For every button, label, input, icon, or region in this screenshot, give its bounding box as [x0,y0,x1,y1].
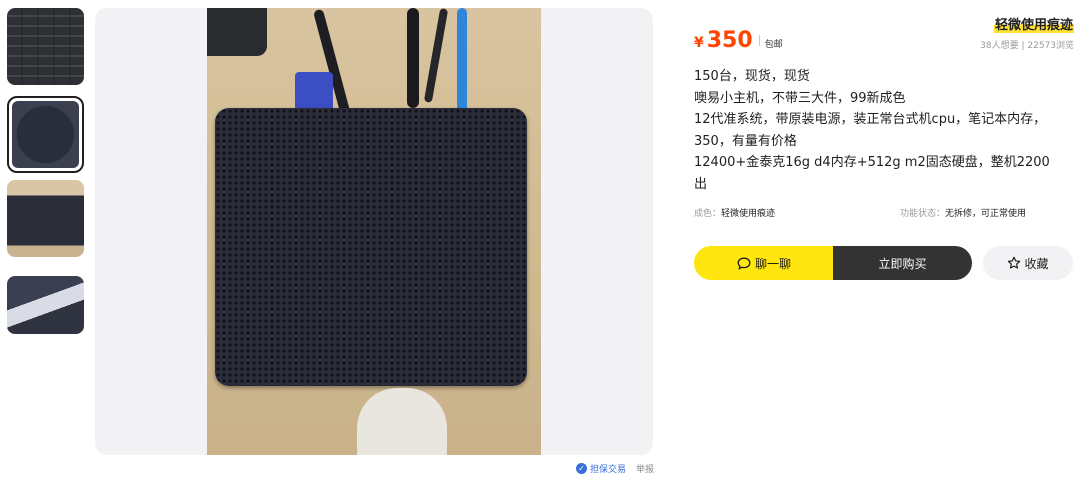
buy-button-label: 立即购买 [878,256,927,271]
attribute-function: 功能状态：无拆修，可正常使用 [900,206,1026,219]
attribute-key: 功能状态： [900,209,946,219]
product-photo [207,8,541,455]
thumbnail-1[interactable] [7,8,84,85]
description-line: 150台，现货，现货 [694,69,810,84]
description-line: 12400+金泰克16g d4内存+512g m2固态硬盘，整机2200 [694,155,1050,170]
photo-cable [407,8,419,108]
attribute-condition: 成色：轻微使用痕迹 [694,206,775,219]
trade-info-row: ✓ 担保交易 举报 [576,462,654,475]
description-line: 噢易小主机，不带三大件，99新成色 [694,90,906,106]
attribute-value: 无拆修，可正常使用 [945,209,1027,219]
shield-icon: ✓ [576,463,587,474]
description-line: 出 [694,176,708,192]
description-line: 350，有量有价格 [694,133,797,149]
photo-mini-pc [215,108,527,386]
listing-stats: 38人想要 | 22573浏览 [980,41,1074,51]
chat-button[interactable]: 聊一聊 [694,246,834,280]
description-line: 12代准系统，带原装电源，装正常台式机cpu，笔记本内存， [694,112,1047,127]
thumbnail-image [7,8,84,85]
shipping-label: 包邮 [764,40,783,50]
chat-bubble-icon [737,257,751,270]
price: 350 [706,28,753,53]
thumbnail-4[interactable] [7,276,84,334]
thumbnail-image [12,101,79,168]
favorite-button[interactable]: 收藏 [983,246,1073,280]
price-row: ¥ 350 包邮 [694,28,783,53]
report-link[interactable]: 举报 [636,462,654,475]
attribute-value: 轻微使用痕迹 [721,209,776,219]
chat-button-label: 聊一聊 [754,256,791,271]
thumbnail-2-selected[interactable] [7,96,84,173]
main-image-panel[interactable] [95,8,653,455]
thumbnail-image [7,276,84,334]
photo-slipper [357,388,447,455]
buy-now-button[interactable]: 立即购买 [833,246,972,280]
photo-cable [457,8,467,113]
currency-symbol: ¥ [694,35,704,51]
favorite-button-label: 收藏 [1024,256,1049,271]
thumbnail-3[interactable] [7,180,84,257]
safe-trade-link[interactable]: ✓ 担保交易 [576,462,626,475]
photo-keyboard [207,8,267,56]
action-buttons: 聊一聊 立即购买 收藏 [694,246,1074,280]
listing-description: 150台，现货，现货 噢易小主机，不带三大件，99新成色 12代准系统，带原装电… [694,66,1074,195]
safe-trade-label: 担保交易 [590,465,627,475]
divider [758,35,760,46]
thumbnail-image [7,180,84,257]
attribute-key: 成色： [694,209,722,219]
star-icon [1007,256,1021,270]
condition-badge: 轻微使用痕迹 [993,14,1074,33]
photo-cable [423,8,449,103]
